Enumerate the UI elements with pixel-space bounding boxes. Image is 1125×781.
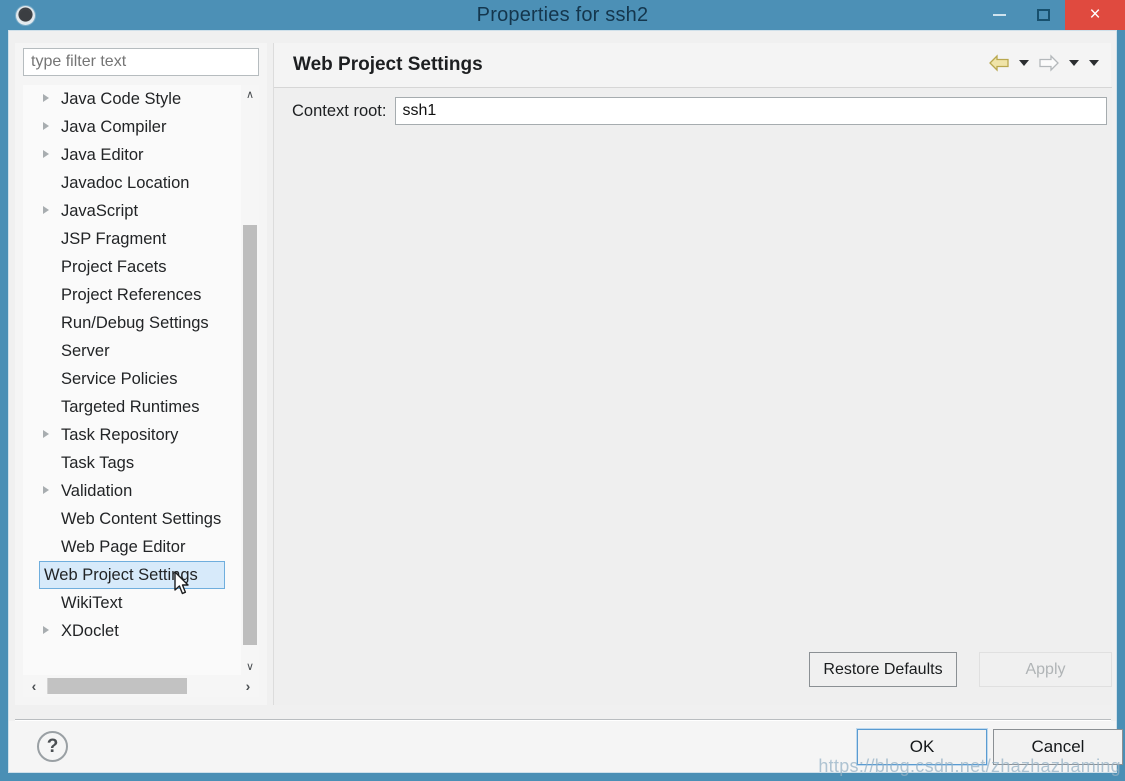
tree-item-label: Java Editor [61,145,144,164]
tree-horizontal-scrollbar[interactable]: ‹ › [23,675,259,697]
tree-item-run-debug-settings[interactable]: Run/Debug Settings [23,309,241,337]
context-root-row: Context root: [292,97,1108,125]
restore-defaults-button[interactable]: Restore Defaults [809,652,957,687]
back-menu-chevron-down-icon[interactable] [1016,52,1032,74]
settings-tree-pane: Java Code Style Java Compiler Java Editor J… [15,43,267,705]
tree-item-project-references[interactable]: Project References [23,281,241,309]
tree-item-task-repository[interactable]: Task Repository [23,421,241,449]
tree-item-label: Project Facets [61,257,167,276]
expand-triangle-icon[interactable] [43,150,49,158]
filter-input[interactable] [23,48,259,76]
tree-item-server[interactable]: Server [23,337,241,365]
maximize-icon [1036,9,1050,21]
page-header: Web Project Settings [274,43,1112,87]
tree-item-list: Java Code Style Java Compiler Java Editor J… [23,85,241,645]
tree-item-targeted-runtimes[interactable]: Targeted Runtimes [23,393,241,421]
tree-item-web-content-settings[interactable]: Web Content Settings [23,505,241,533]
tree-item-label: Server [61,341,110,360]
context-root-label: Context root: [292,101,387,120]
settings-page-pane: Web Project Settings Context root: ssh1 … [273,43,1112,705]
tree-item-web-page-editor[interactable]: Web Page Editor [23,533,241,561]
tree-item-label: Task Tags [61,453,135,472]
tree-item-label: Web Project Settings [44,565,198,584]
tree-item-label: Java Compiler [61,117,167,136]
close-button[interactable]: × [1065,0,1125,30]
tree-item-label: Task Repository [61,425,179,444]
vertical-scroll-thumb[interactable] [243,225,257,645]
title-bar: Properties for ssh2 × [0,0,1125,30]
tree-item-service-policies[interactable]: Service Policies [23,365,241,393]
tree-item-label: Validation [61,481,133,500]
tree-item-javascript[interactable]: JavaScript [23,197,241,225]
tree-item-xdoclet[interactable]: XDoclet [23,617,241,645]
horizontal-scroll-thumb[interactable] [47,678,187,694]
apply-button[interactable]: Apply [979,652,1112,687]
tree-item-task-tags[interactable]: Task Tags [23,449,241,477]
back-arrow-icon[interactable] [986,51,1012,75]
expand-triangle-icon[interactable] [43,206,49,214]
tree-item-jsp-fragment[interactable]: JSP Fragment [23,225,241,253]
scroll-down-icon[interactable]: ∨ [241,657,259,675]
tree-item-java-code-style[interactable]: Java Code Style [23,85,241,113]
tree-item-label: Project References [61,285,202,304]
page-title: Web Project Settings [293,54,483,75]
expand-triangle-icon[interactable] [43,486,49,494]
cancel-button[interactable]: Cancel [993,729,1123,765]
tree-item-label: Java Code Style [61,89,182,108]
tree-item-label: Service Policies [61,369,178,388]
tree-item-web-project-settings[interactable]: Web Project Settings [39,561,225,589]
scroll-left-icon[interactable]: ‹ [23,675,45,697]
settings-tree[interactable]: Java Code Style Java Compiler Java Editor J… [23,85,259,675]
forward-arrow-icon[interactable] [1036,51,1062,75]
expand-triangle-icon[interactable] [43,430,49,438]
minimize-button[interactable] [977,0,1021,30]
tree-item-label: Targeted Runtimes [61,397,200,416]
dialog-footer: ? OK Cancel [9,721,1123,772]
window-title: Properties for ssh2 [476,4,649,26]
minimize-icon [992,14,1006,16]
help-icon[interactable]: ? [37,731,68,762]
tree-item-wikitext[interactable]: WikiText [23,589,241,617]
page-button-row: Restore Defaults Apply [274,644,1112,705]
expand-triangle-icon[interactable] [43,626,49,634]
properties-dialog-window: Properties for ssh2 × Java Code StyleJav… [0,0,1125,781]
forward-menu-chevron-down-icon[interactable] [1066,52,1082,74]
tree-item-label: XDoclet [61,621,119,640]
gear-icon [10,0,40,30]
tree-item-label: JSP Fragment [61,229,167,248]
tree-item-label: WikiText [61,593,123,612]
view-menu-chevron-down-icon[interactable] [1086,52,1102,74]
tree-item-validation[interactable]: Validation [23,477,241,505]
expand-triangle-icon[interactable] [43,94,49,102]
context-root-input[interactable] [395,97,1108,125]
window-controls: × [977,0,1125,30]
tree-vertical-scrollbar[interactable]: ∧ ∨ [241,85,259,675]
page-content: Context root: [274,88,1112,644]
page-nav-toolbar [986,51,1102,75]
tree-item-java-editor[interactable]: Java Editor [23,141,241,169]
tree-item-label: Web Content Settings [61,509,222,528]
maximize-button[interactable] [1021,0,1065,30]
ok-button[interactable]: OK [856,728,988,766]
scroll-right-icon[interactable]: › [237,675,259,697]
tree-item-label: Javadoc Location [61,173,190,192]
scroll-up-icon[interactable]: ∧ [241,85,259,103]
tree-item-label: Web Page Editor [61,537,186,556]
tree-item-project-facets[interactable]: Project Facets [23,253,241,281]
dialog-body: Java Code Style Java Compiler Java Editor J… [8,30,1123,773]
tree-item-label: JavaScript [61,201,139,220]
close-icon: × [1089,4,1101,25]
expand-triangle-icon[interactable] [43,122,49,130]
tree-item-label: Run/Debug Settings [61,313,209,332]
tree-item-javadoc-location[interactable]: Javadoc Location [23,169,241,197]
tree-item-java-compiler[interactable]: Java Compiler [23,113,241,141]
